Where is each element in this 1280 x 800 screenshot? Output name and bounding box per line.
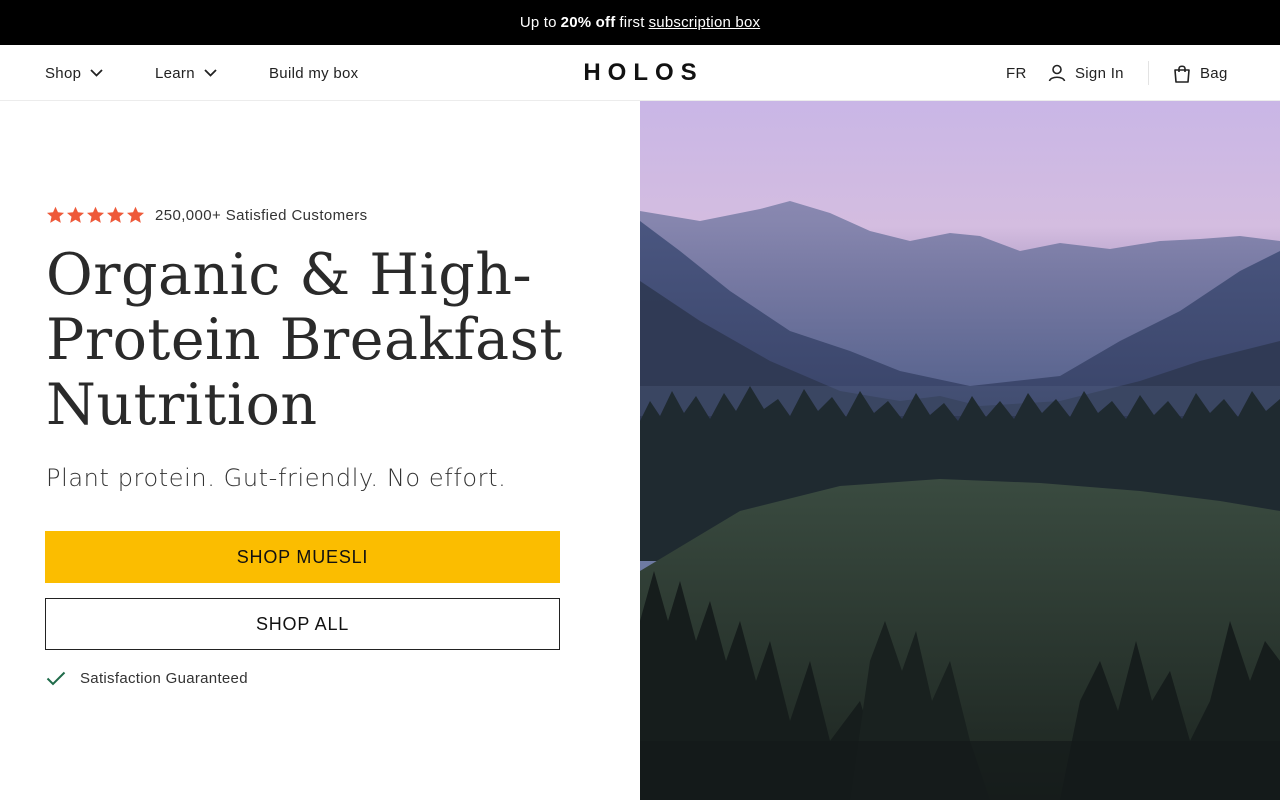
site-header: Shop Learn Build my box HOLOS FR Sign In… xyxy=(0,45,1280,101)
header-divider xyxy=(1148,61,1149,85)
announcement-middle: first xyxy=(619,14,645,31)
rating-stars xyxy=(46,206,145,224)
language-switch[interactable]: FR xyxy=(1006,45,1027,101)
subscription-box-link[interactable]: subscription box xyxy=(649,14,761,31)
announcement-bar: Up to 20% off first subscription box xyxy=(0,0,1280,45)
holos-logo[interactable]: HOLOS xyxy=(580,45,700,101)
sign-in-label: Sign In xyxy=(1075,64,1124,82)
user-icon xyxy=(1048,64,1066,82)
star-icon xyxy=(126,206,145,223)
star-icon xyxy=(86,206,105,223)
hero-subheadline: Plant protein. Gut-friendly. No effort. xyxy=(46,464,507,492)
satisfaction-guarantee: Satisfaction Guaranteed xyxy=(46,670,248,687)
shop-all-button[interactable]: SHOP ALL xyxy=(45,598,560,650)
nav-learn[interactable]: Learn xyxy=(155,45,217,101)
headline-line-3: Nutrition xyxy=(46,372,318,438)
announcement-highlight: 20% off xyxy=(560,14,616,31)
nav-shop-label: Shop xyxy=(45,64,82,82)
nav-build-my-box[interactable]: Build my box xyxy=(269,45,358,101)
star-icon xyxy=(66,206,85,223)
shop-muesli-button[interactable]: SHOP MUESLI xyxy=(45,531,560,583)
star-icon xyxy=(106,206,125,223)
announcement-prefix: Up to xyxy=(519,14,557,31)
chevron-down-icon xyxy=(204,69,217,77)
hero-headline: Organic & High- Protein Breakfast Nutrit… xyxy=(46,243,606,438)
customer-rating: 250,000+ Satisfied Customers xyxy=(46,206,368,224)
shopping-bag-icon xyxy=(1174,64,1190,83)
nav-learn-label: Learn xyxy=(155,64,195,82)
sign-in-link[interactable]: Sign In xyxy=(1048,45,1124,101)
chevron-down-icon xyxy=(90,69,103,77)
bag-label: Bag xyxy=(1200,64,1228,82)
headline-line-1: Organic & High- xyxy=(46,242,533,308)
guarantee-label: Satisfaction Guaranteed xyxy=(80,670,248,687)
nav-shop[interactable]: Shop xyxy=(45,45,103,101)
headline-line-2: Protein Breakfast xyxy=(46,307,563,373)
hero-landscape-image xyxy=(640,101,1280,800)
bag-link[interactable]: Bag xyxy=(1173,45,1228,101)
rating-text: 250,000+ Satisfied Customers xyxy=(155,206,368,224)
star-icon xyxy=(46,206,65,223)
check-icon xyxy=(46,671,66,686)
